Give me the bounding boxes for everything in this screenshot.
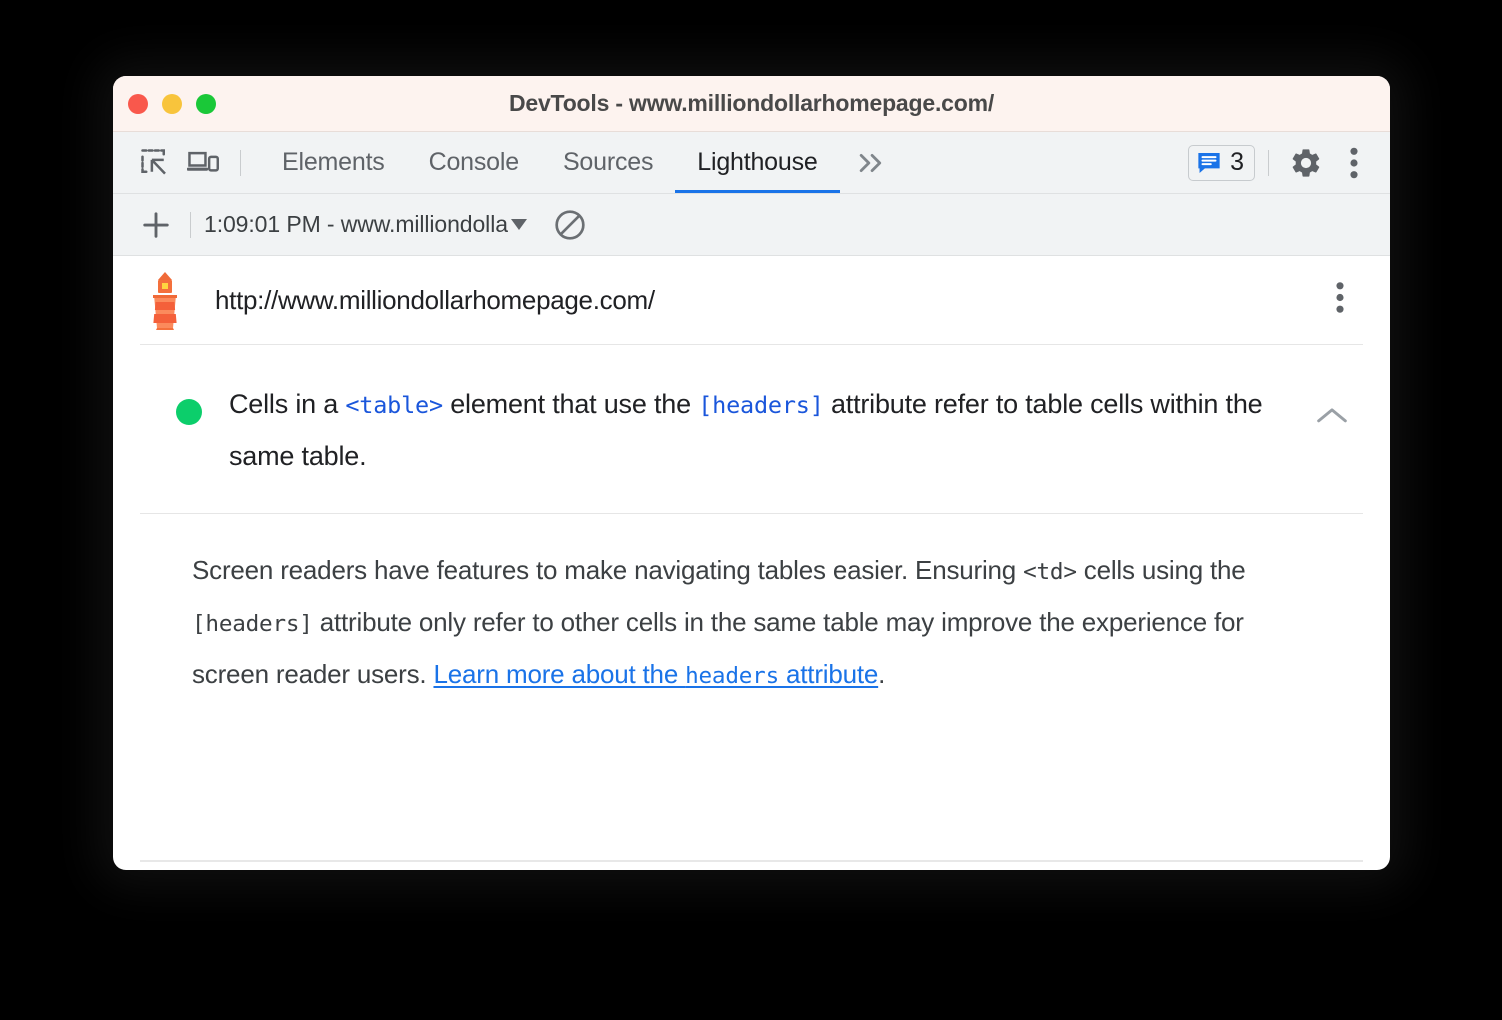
devtools-window: DevTools - www.milliondollarhomepage.com… — [113, 76, 1390, 870]
clear-results-button[interactable] — [547, 202, 593, 248]
chevron-up-icon[interactable] — [1315, 405, 1349, 432]
audit-title-code-headers: [headers] — [698, 391, 824, 419]
tab-console[interactable]: Console — [407, 132, 541, 193]
audit-desc-code-headers: [headers] — [192, 610, 313, 637]
tab-elements[interactable]: Elements — [260, 132, 407, 193]
more-tabs-icon[interactable] — [844, 151, 898, 175]
toolbar-divider-right — [1268, 149, 1269, 176]
audit-desc-part1: Screen readers have features to make nav… — [192, 554, 1024, 585]
report-url: http://www.milliondollarhomepage.com/ — [215, 284, 655, 315]
audit-title-row[interactable]: Cells in a <table> element that use the … — [140, 345, 1363, 513]
report-bottom-divider — [140, 860, 1363, 862]
device-toolbar-icon[interactable] — [179, 140, 227, 186]
learn-more-code: headers — [685, 662, 779, 689]
audit-description: Screen readers have features to make nav… — [140, 514, 1363, 740]
toolbar-right-actions: 3 — [1188, 132, 1378, 193]
new-report-button[interactable] — [135, 204, 177, 246]
tab-lighthouse[interactable]: Lighthouse — [675, 132, 840, 193]
audit-score-indicator — [176, 399, 202, 425]
audit-title-part1: Cells in a — [229, 389, 346, 419]
lighthouse-logo — [153, 272, 177, 330]
close-window-button[interactable] — [128, 93, 148, 114]
learn-more-link[interactable]: Learn more about the headers attribute — [433, 659, 878, 689]
message-count-badge[interactable]: 3 — [1188, 144, 1255, 181]
gear-icon[interactable] — [1282, 140, 1330, 186]
report-run-selector[interactable]: 1:09:01 PM - www.milliondolla — [204, 211, 527, 238]
audit-item: Cells in a <table> element that use the … — [113, 345, 1390, 740]
audit-desc-period: . — [878, 658, 886, 689]
subtoolbar-divider — [190, 211, 191, 238]
audit-title-code-table: <table> — [345, 391, 443, 419]
message-count-label: 3 — [1230, 148, 1244, 176]
window-titlebar: DevTools - www.milliondollarhomepage.com… — [113, 76, 1390, 132]
window-title: DevTools - www.milliondollarhomepage.com… — [508, 90, 995, 116]
report-header: http://www.milliondollarhomepage.com/ — [113, 256, 1390, 344]
report-run-label: 1:09:01 PM - www.milliondolla — [204, 211, 508, 237]
audit-desc-code-td: <td> — [1023, 558, 1077, 585]
learn-more-text1: Learn more about the — [433, 658, 686, 689]
audit-title-part2: element that use the — [442, 389, 699, 419]
lighthouse-subtoolbar: 1:09:01 PM - www.milliondolla — [113, 194, 1390, 256]
message-icon — [1198, 152, 1220, 173]
traffic-lights — [128, 93, 216, 114]
devtools-tabs: Elements Console Sources Lighthouse — [260, 132, 840, 193]
toolbar-divider — [240, 149, 241, 176]
kebab-menu-icon[interactable] — [1330, 140, 1378, 186]
chevron-down-icon[interactable] — [510, 219, 527, 230]
tab-sources[interactable]: Sources — [541, 132, 675, 193]
devtools-toolbar: Elements Console Sources Lighthouse 3 — [113, 132, 1390, 194]
clear-results-icon — [555, 209, 585, 240]
inspect-element-icon[interactable] — [131, 140, 179, 186]
report-menu-icon[interactable] — [1336, 282, 1344, 319]
minimize-window-button[interactable] — [162, 93, 182, 114]
audit-title: Cells in a <table> element that use the … — [229, 379, 1275, 483]
learn-more-text2: attribute — [779, 658, 879, 689]
audit-desc-part2: cells using the — [1076, 554, 1246, 585]
maximize-window-button[interactable] — [196, 93, 216, 114]
